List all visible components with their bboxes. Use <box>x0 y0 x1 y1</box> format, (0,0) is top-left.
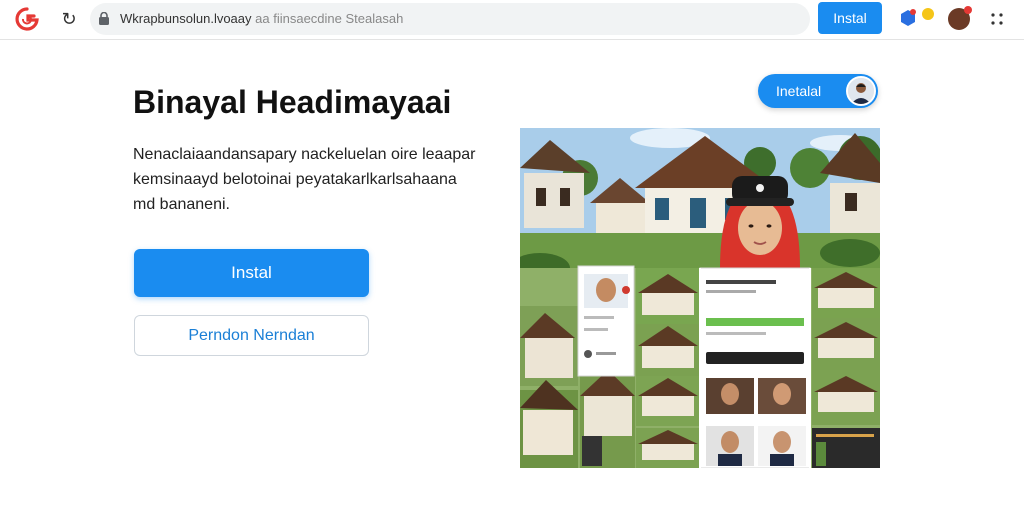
page-title: Binayal Headimayaai <box>133 84 452 120</box>
browser-logo-icon[interactable] <box>14 6 40 32</box>
app-showcase-image <box>520 128 880 468</box>
lock-icon <box>99 12 109 25</box>
kebab-menu-icon[interactable] <box>988 8 1006 30</box>
address-bar[interactable]: Wkrapbunsolun.lvoaay aa fiinsaecdine Ste… <box>90 3 810 35</box>
reload-icon[interactable]: ↻ <box>58 8 80 30</box>
url-domain: Wkrapbunsolun.lvoaay <box>120 11 252 26</box>
url-text[interactable]: Wkrapbunsolun.lvoaay aa fiinsaecdine Ste… <box>120 11 403 26</box>
village-scene-image <box>520 128 880 468</box>
browser-toolbar: ↻ Wkrapbunsolun.lvoaay aa fiinsaecdine S… <box>0 0 1024 40</box>
profile-avatar[interactable] <box>948 6 972 30</box>
person-icon <box>848 78 874 104</box>
extension-badge-icon[interactable] <box>922 8 934 20</box>
install-button[interactable]: Instal <box>134 249 369 297</box>
install-toolbar-button[interactable]: Instal <box>818 2 882 34</box>
secondary-button[interactable]: Perndon Nerndan <box>134 315 369 356</box>
page-description: Nenaclaiaandansapary nackeluelan oire le… <box>133 146 476 213</box>
pill-label: Inetalal <box>776 83 822 99</box>
url-path: aa fiinsaecdine Stealasah <box>255 11 404 26</box>
install-pill-button[interactable]: Inetalal <box>758 74 878 108</box>
extension-icon[interactable] <box>898 8 918 28</box>
avatar <box>846 76 876 106</box>
